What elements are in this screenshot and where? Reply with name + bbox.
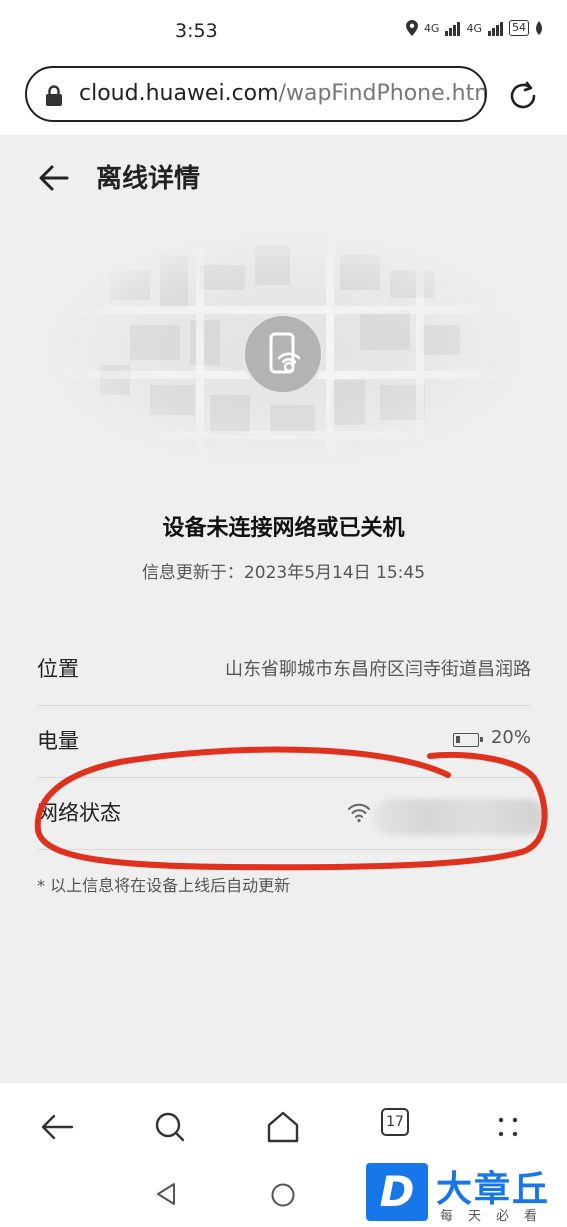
detail-row-battery: 电量 20% [37, 705, 531, 778]
status-icons: 4G 4G 54 [405, 20, 543, 36]
detail-row-network: 网络状态 [37, 777, 545, 850]
status-bar: 3:53 4G 4G 54 [0, 0, 567, 60]
status-time: 3:53 [175, 20, 218, 42]
system-home-icon[interactable] [270, 1182, 296, 1208]
offline-device-badge [242, 313, 324, 395]
system-back-icon[interactable] [152, 1180, 180, 1208]
back-arrow-icon[interactable] [36, 160, 72, 196]
url-bar[interactable]: cloud.huawei.com/wapFindPhone.htm [25, 66, 487, 122]
browser-address-area: cloud.huawei.com/wapFindPhone.htm [0, 60, 567, 135]
network-type-1: 4G [423, 21, 440, 35]
location-label: 位置 [37, 657, 79, 681]
url-path: /wapFindPhone.htm [278, 81, 487, 106]
red-circle-annotation [34, 746, 548, 871]
lock-icon [46, 85, 62, 106]
signal-icon [488, 20, 503, 36]
device-status-headline: 设备未连接网络或已关机 [162, 516, 405, 541]
network-value-redacted [373, 799, 545, 835]
back-icon[interactable] [36, 1105, 80, 1149]
wifi-icon [348, 803, 370, 823]
battery-icon [453, 733, 483, 747]
home-icon[interactable] [261, 1105, 305, 1149]
updated-time: 信息更新于：2023年5月14日 15:45 [141, 563, 426, 583]
signal-icon [445, 20, 461, 36]
battery-indicator: 54 [509, 20, 529, 36]
battery-value: 20% [490, 727, 531, 748]
watermark-badge-text: D [379, 1167, 415, 1216]
url-host: cloud.huawei.com [79, 81, 279, 106]
watermark-badge: D [366, 1163, 428, 1221]
search-icon[interactable] [148, 1105, 192, 1149]
network-type-2: 4G [466, 21, 482, 35]
watermark-subtitle: 每天必看 [440, 1209, 553, 1224]
page-title: 离线详情 [96, 164, 201, 194]
phone-offline-icon [269, 332, 301, 374]
battery-label: 电量 [37, 729, 79, 753]
detail-row-location: 位置 山东省聊城市东昌府区闫寺街道昌润路 [37, 633, 531, 706]
reload-icon[interactable] [506, 79, 540, 113]
footnote: * 以上信息将在设备上线后自动更新 [37, 876, 291, 895]
url-text: cloud.huawei.com/wapFindPhone.htm [79, 81, 487, 106]
location-value: 山东省聊城市东昌府区闫寺街道昌润路 [225, 659, 531, 680]
watermark-logo: D 大章丘 每天必看 [366, 1163, 567, 1227]
charging-leaf-icon [536, 21, 542, 35]
tabs-button[interactable]: 17 [381, 1108, 409, 1136]
menu-dots-icon[interactable] [486, 1105, 530, 1149]
location-pin-icon [405, 20, 418, 36]
network-label: 网络状态 [37, 801, 121, 825]
